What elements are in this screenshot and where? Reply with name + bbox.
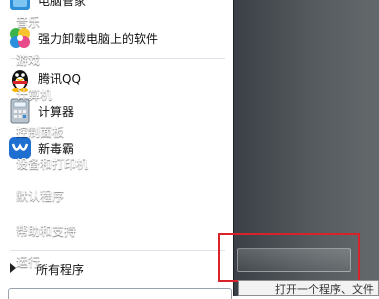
highlight-annotation-box <box>218 233 360 282</box>
program-label: 腾讯QQ <box>38 72 81 86</box>
right-item-devices-printers[interactable]: 设备和打印机 <box>16 155 88 172</box>
right-item-run[interactable]: 运行... <box>16 253 51 270</box>
computer-manager-icon <box>10 0 30 10</box>
right-item-control-panel[interactable]: 控制面板 <box>16 123 64 140</box>
right-item-default-programs[interactable]: 默认程序 <box>16 187 64 204</box>
separator <box>10 250 225 251</box>
program-label: 计算器 <box>38 105 75 119</box>
start-menu-left-pane: 电脑管家 强力卸载电脑上的软件 腾讯QQ 计算器 新毒霸 所有程序 <box>0 0 233 299</box>
separator <box>10 58 225 59</box>
search-box[interactable] <box>8 288 232 299</box>
right-item-games[interactable]: 游戏 <box>16 51 40 68</box>
program-label: 强力卸载电脑上的软件 <box>38 32 159 46</box>
run-tooltip: 打开一个程序、文件 <box>238 280 379 296</box>
right-item-help-support[interactable]: 帮助和支持 <box>16 222 76 239</box>
right-item-computer[interactable]: 计算机 <box>16 86 52 103</box>
right-item-music[interactable]: 音乐 <box>16 13 40 30</box>
program-label: 电脑管家 <box>38 0 87 8</box>
tooltip-text: 打开一个程序、文件 <box>275 283 374 296</box>
